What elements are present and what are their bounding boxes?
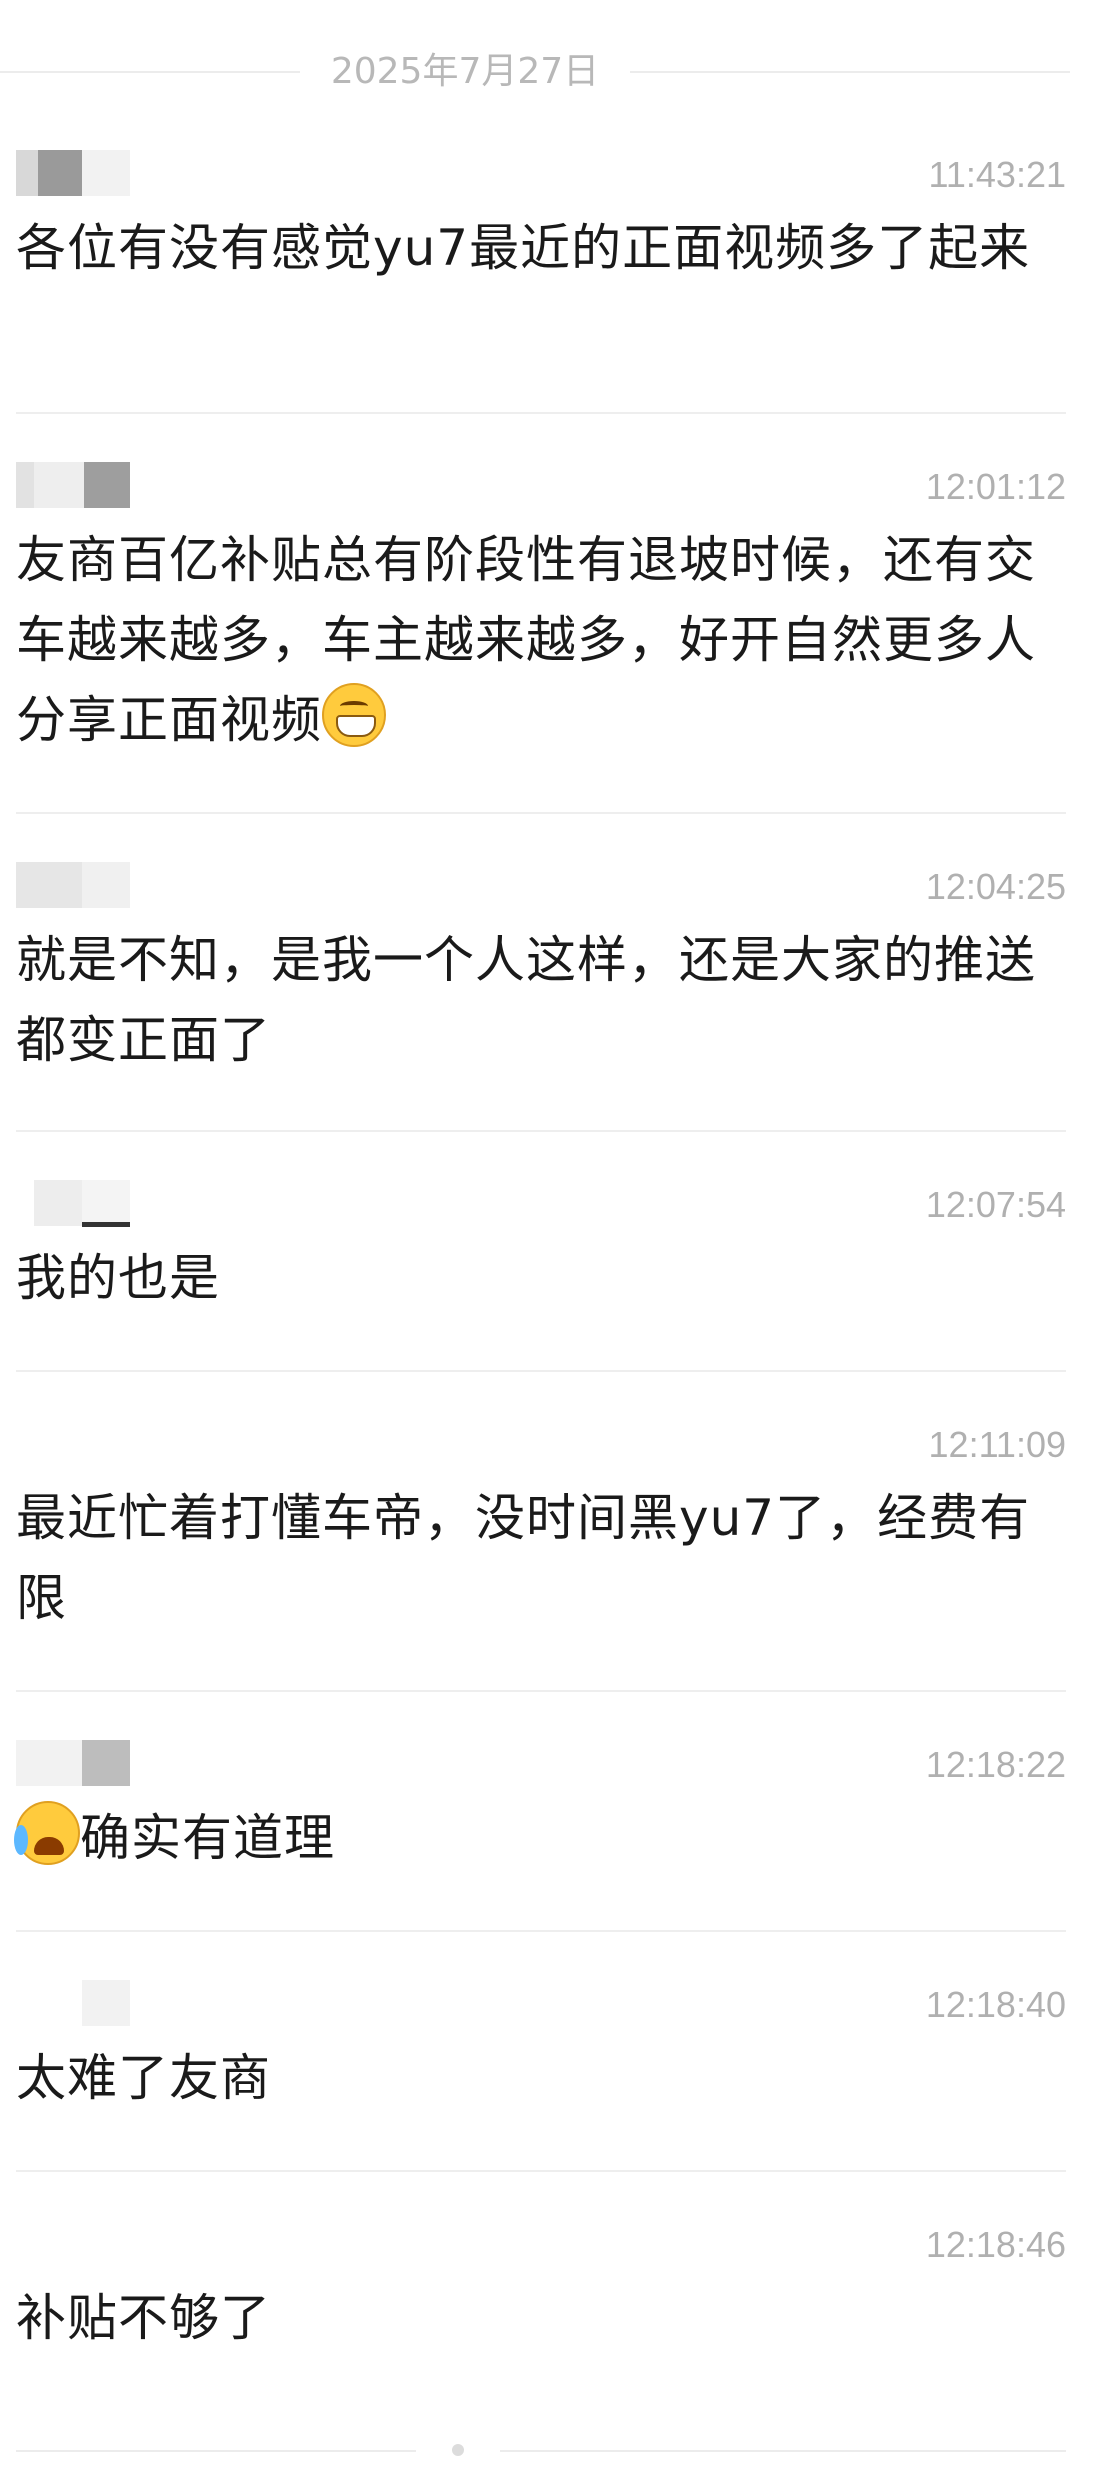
message-text: 我的也是: [16, 1249, 220, 1307]
message-time: 12:18:40: [925, 1984, 1066, 2025]
message-time: 12:04:25: [925, 866, 1066, 907]
message-text: 确实有道理: [14, 1798, 1066, 1878]
date-separator: 2025年7月27日: [0, 44, 1094, 100]
bottom-separator-line-left: [16, 2450, 416, 2452]
message-divider: [16, 2170, 1066, 2172]
sender-name-redacted: [16, 862, 136, 912]
sender-name-redacted: [16, 1740, 136, 1790]
message-divider: [16, 1130, 1066, 1132]
date-separator-line-left: [0, 71, 300, 73]
date-separator-label: 2025年7月27日: [330, 51, 600, 92]
message-text: 就是不知，是我一个人这样，还是大家的推送都变正面了: [16, 931, 1036, 1069]
message-time: 12:11:09: [928, 1424, 1066, 1465]
grin-icon: [322, 683, 386, 747]
bottom-separator: [0, 2430, 1094, 2470]
bottom-separator-line-right: [500, 2450, 1066, 2452]
message-divider: [16, 412, 1066, 414]
message-divider: [16, 812, 1066, 814]
message-divider: [16, 1690, 1066, 1692]
message-time: 12:18:22: [925, 1744, 1066, 1785]
message-time: 11:43:21: [928, 154, 1066, 195]
crying-laughing-icon: [14, 1801, 80, 1865]
message-text: 最近忙着打懂车帝，没时间黑yu7了，经费有限: [16, 1489, 1031, 1627]
sender-name-redacted: [16, 1180, 136, 1230]
date-separator-line-right: [630, 71, 1070, 73]
sender-name-redacted: [16, 150, 136, 200]
message-text: 补贴不够了: [16, 2289, 271, 2347]
message-text: 各位有没有感觉yu7最近的正面视频多了起来: [16, 219, 1031, 277]
message-text-content: 确实有道理: [80, 1809, 335, 1867]
message-text: 友商百亿补贴总有阶段性有退坡时候，还有交车越来越多，车主越来越多，好开自然更多人…: [16, 520, 1066, 760]
sender-name-redacted: [16, 1980, 136, 2030]
message-time: 12:01:12: [925, 466, 1066, 507]
message-time: 12:18:46: [925, 2224, 1066, 2265]
page-indicator-dot: [452, 2444, 464, 2456]
message-text-content: 友商百亿补贴总有阶段性有退坡时候，还有交车越来越多，车主越来越多，好开自然更多人…: [16, 531, 1036, 749]
message-divider: [16, 1370, 1066, 1372]
message-text: 太难了友商: [16, 2049, 271, 2107]
sender-name-redacted: [16, 462, 136, 512]
message-divider: [16, 1930, 1066, 1932]
message-time: 12:07:54: [925, 1184, 1066, 1225]
